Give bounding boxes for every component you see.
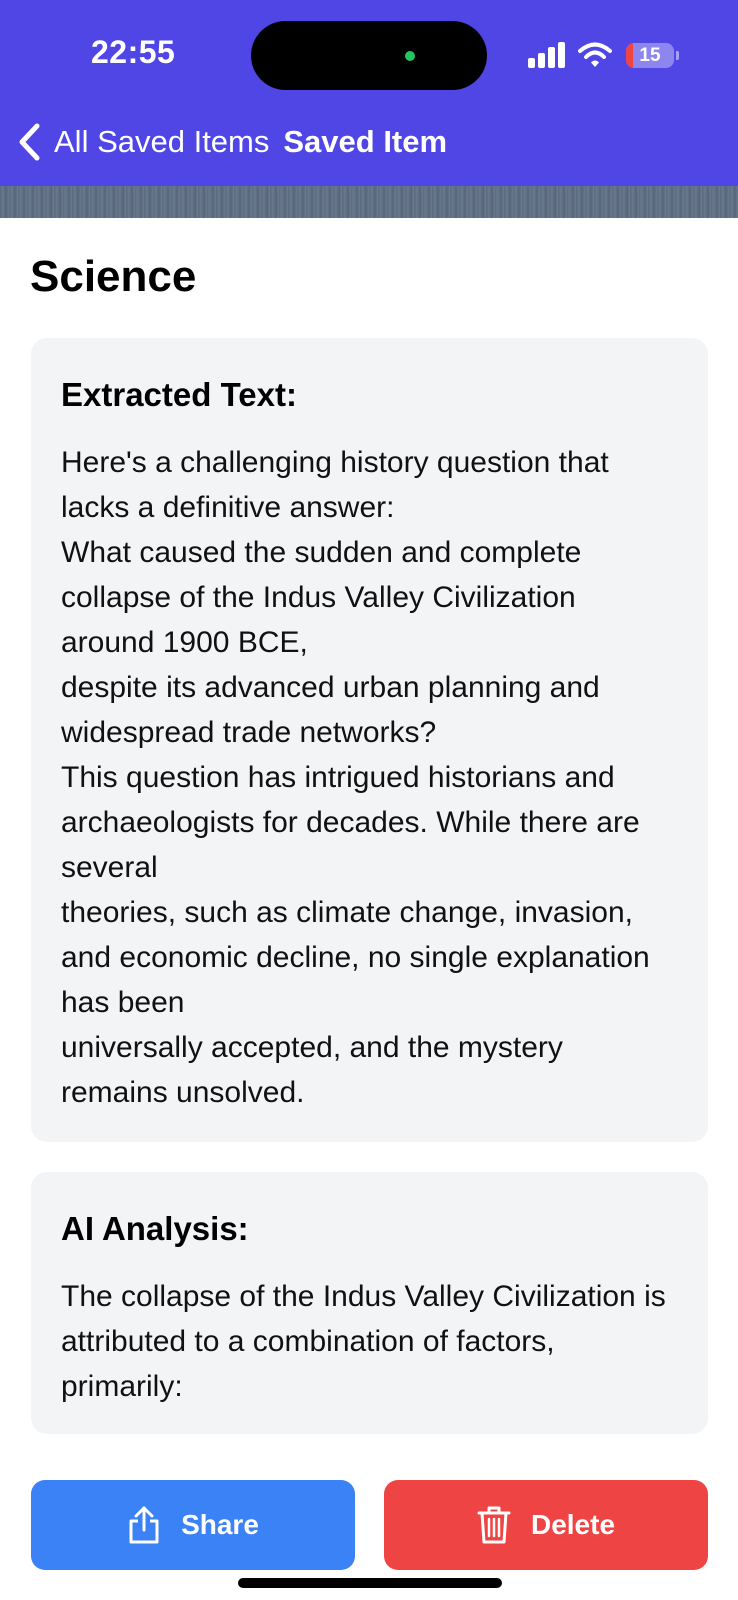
extracted-text-line: collapse of the Indus Valley Civilizatio… <box>61 581 576 614</box>
share-icon <box>129 1506 159 1544</box>
battery-icon: 15 <box>626 42 674 68</box>
ai-analysis-heading: AI Analysis: <box>61 1210 249 1247</box>
ai-analysis-line: The collapse of the Indus Valley Civiliz… <box>61 1280 666 1313</box>
extracted-text-line: Here's a challenging history question th… <box>61 446 609 479</box>
wifi-icon <box>578 42 612 67</box>
page-title: Science <box>30 252 197 301</box>
delete-button[interactable]: Delete <box>384 1480 708 1570</box>
trash-icon <box>477 1506 511 1544</box>
ai-analysis-body: The collapse of the Indus Valley Civiliz… <box>61 1274 678 1409</box>
back-button-label: All Saved Items <box>54 124 270 159</box>
extracted-text-line: archaeologists for decades. While there … <box>61 806 640 839</box>
nav-title: Saved Item <box>283 124 448 159</box>
extracted-text-line: lacks a definitive answer: <box>61 491 395 524</box>
share-button-label: Share <box>181 1509 259 1540</box>
extracted-text-body: Here's a challenging history question th… <box>61 440 678 1115</box>
header-texture-strip <box>0 186 738 218</box>
extracted-text-card: Extracted Text: Here's a challenging his… <box>31 338 708 1142</box>
ai-analysis-line: primarily: <box>61 1370 183 1403</box>
chevron-left-icon <box>19 123 40 161</box>
extracted-text-line: What caused the sudden and complete <box>61 536 582 569</box>
extracted-text-line: several <box>61 851 158 884</box>
status-time: 22:55 <box>91 34 176 70</box>
extracted-text-line: remains unsolved. <box>61 1076 305 1109</box>
share-button[interactable]: Share <box>31 1480 355 1570</box>
extracted-text-line: and economic decline, no single explanat… <box>61 941 650 974</box>
extracted-text-line: has been <box>61 986 185 1019</box>
status-icons: 15 <box>528 40 679 70</box>
camera-indicator-dot <box>405 51 415 61</box>
delete-button-label: Delete <box>530 1509 616 1540</box>
extracted-text-line: around 1900 BCE, <box>61 626 308 659</box>
signal-icon <box>528 42 565 68</box>
extracted-text-line: theories, such as climate change, invasi… <box>61 896 633 929</box>
extracted-text-heading: Extracted Text: <box>61 376 297 413</box>
header-bar: 22:55 15 All Saved Items Saved Item <box>0 0 738 186</box>
dynamic-island <box>251 21 487 90</box>
home-indicator[interactable] <box>238 1578 502 1588</box>
extracted-text-line: despite its advanced urban planning and <box>61 671 600 704</box>
battery-level: 15 <box>639 44 661 66</box>
ai-analysis-line: attributed to a combination of factors, <box>61 1325 555 1358</box>
navigation-bar: All Saved Items Saved Item <box>0 118 738 166</box>
ai-analysis-card: AI Analysis: The collapse of the Indus V… <box>31 1172 708 1434</box>
extracted-text-line: This question has intrigued historians a… <box>61 761 615 794</box>
battery-tip <box>676 50 679 60</box>
back-button[interactable]: All Saved Items <box>16 122 269 162</box>
extracted-text-line: widespread trade networks? <box>61 716 437 749</box>
extracted-text-line: universally accepted, and the mystery <box>61 1031 563 1064</box>
